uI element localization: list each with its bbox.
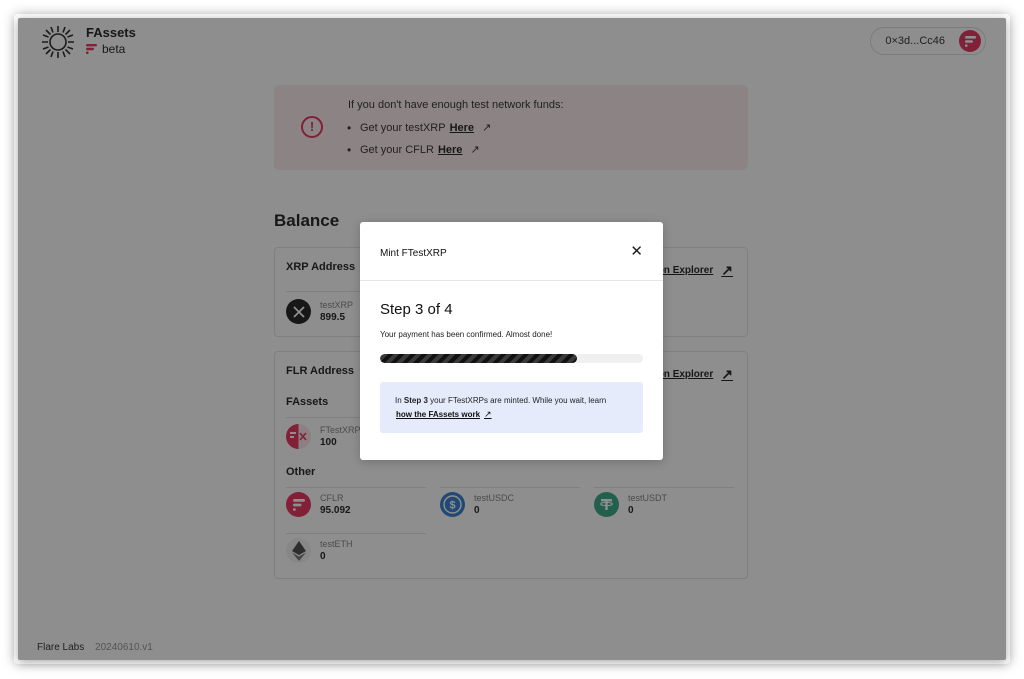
arrow-up-right-icon: ↗ [484, 409, 492, 419]
app-window: FAssets beta 0×3d...Cc46 ! If you don't … [18, 18, 1006, 660]
close-icon[interactable]: ✕ [630, 244, 643, 259]
step-info-box: In Step 3 your FTestXRPs are minted. Whi… [380, 382, 643, 433]
progress-bar [380, 354, 643, 363]
modal-title: Mint FTestXRP [380, 248, 447, 259]
info-text: In Step 3 your FTestXRPs are minted. Whi… [395, 396, 607, 405]
mint-modal: Mint FTestXRP ✕ Step 3 of 4 Your payment… [360, 222, 663, 460]
fassets-learn-link[interactable]: how the FAssets work ↗ [396, 409, 492, 420]
modal-divider [360, 280, 663, 281]
step-title: Step 3 of 4 [380, 301, 453, 318]
step-description: Your payment has been confirmed. Almost … [380, 330, 553, 339]
progress-bar-fill [380, 354, 578, 363]
